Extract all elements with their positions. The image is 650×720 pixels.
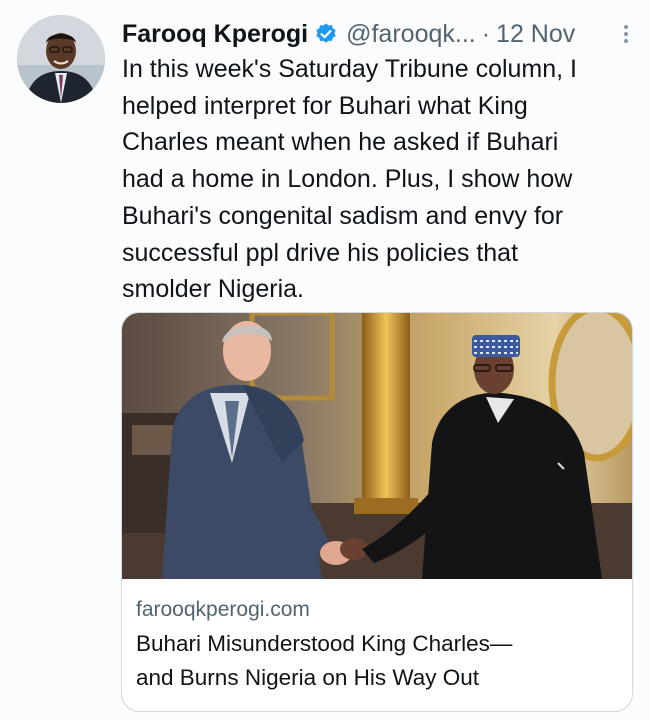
link-preview-card[interactable]: farooqkperogi.com Buhari Misunderstood K… bbox=[121, 312, 633, 712]
author-avatar[interactable] bbox=[17, 15, 105, 103]
author-name[interactable]: Farooq Kperogi bbox=[122, 18, 308, 50]
tweet-text: In this week's Saturday Tribune column, … bbox=[122, 55, 577, 304]
link-title: Buhari Misunderstood King Charles— and B… bbox=[136, 627, 618, 695]
verified-badge-icon bbox=[314, 22, 338, 46]
link-preview-meta: farooqkperogi.com Buhari Misunderstood K… bbox=[136, 595, 618, 695]
more-options-icon[interactable] bbox=[622, 18, 630, 50]
link-title-text: Buhari Misunderstood King Charles— and B… bbox=[136, 631, 513, 690]
link-domain: farooqkperogi.com bbox=[136, 598, 310, 621]
tweet-header: Farooq Kperogi @farooqk... · 12 Nov bbox=[122, 18, 630, 50]
tweet-timestamp[interactable]: 12 Nov bbox=[496, 18, 575, 50]
separator-dot: · bbox=[481, 20, 491, 48]
author-handle[interactable]: @farooqk... bbox=[346, 18, 476, 50]
link-preview-image bbox=[122, 313, 632, 579]
